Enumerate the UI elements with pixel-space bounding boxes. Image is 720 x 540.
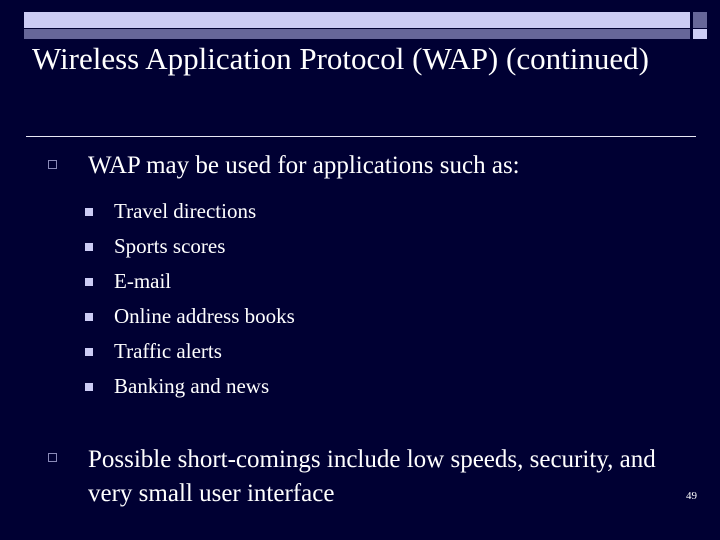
presentation-slide: Wireless Application Protocol (WAP) (con… — [0, 0, 720, 540]
page-number: 49 — [686, 490, 697, 502]
bullet-secondary-label: Possible short-comings include low speed… — [88, 446, 656, 507]
filled-square-bullet-icon — [85, 348, 93, 356]
list-item-label: Sports scores — [114, 234, 226, 258]
list-item-label: E-mail — [114, 269, 172, 293]
title-divider-rule — [26, 136, 696, 137]
header-bar-dark-band — [24, 29, 690, 39]
header-decoration-bar — [24, 12, 690, 39]
list-item-label: Traffic alerts — [114, 339, 222, 363]
list-item-label: Travel directions — [114, 199, 257, 223]
header-accent-square — [693, 12, 707, 39]
list-item: Travel directions — [0, 194, 720, 229]
accent-square-light-half — [693, 29, 707, 39]
filled-square-bullet-icon — [85, 313, 93, 321]
slide-title: Wireless Application Protocol (WAP) (con… — [32, 41, 649, 76]
hollow-square-bullet-icon — [48, 160, 57, 169]
filled-square-bullet-icon — [85, 383, 93, 391]
bullet-sublist: Travel directions Sports scores E-mail O… — [0, 194, 720, 404]
filled-square-bullet-icon — [85, 243, 93, 251]
list-item: Banking and news — [0, 369, 720, 404]
header-bar-light-band — [24, 12, 690, 28]
list-item-label: Banking and news — [114, 374, 270, 398]
bullet-item-primary: WAP may be used for applications such as… — [0, 150, 720, 182]
bullet-primary-label: WAP may be used for applications such as… — [88, 152, 520, 179]
list-item: Traffic alerts — [0, 334, 720, 369]
list-item: Online address books — [0, 299, 720, 334]
list-item: E-mail — [0, 264, 720, 299]
list-item: Sports scores — [0, 229, 720, 264]
filled-square-bullet-icon — [85, 278, 93, 286]
accent-square-dark-half — [693, 12, 707, 28]
list-item-label: Online address books — [114, 304, 295, 328]
filled-square-bullet-icon — [85, 208, 93, 216]
slide-body: WAP may be used for applications such as… — [0, 150, 720, 404]
hollow-square-bullet-icon — [48, 453, 57, 462]
bullet-item-secondary: Possible short-comings include low speed… — [0, 443, 660, 511]
